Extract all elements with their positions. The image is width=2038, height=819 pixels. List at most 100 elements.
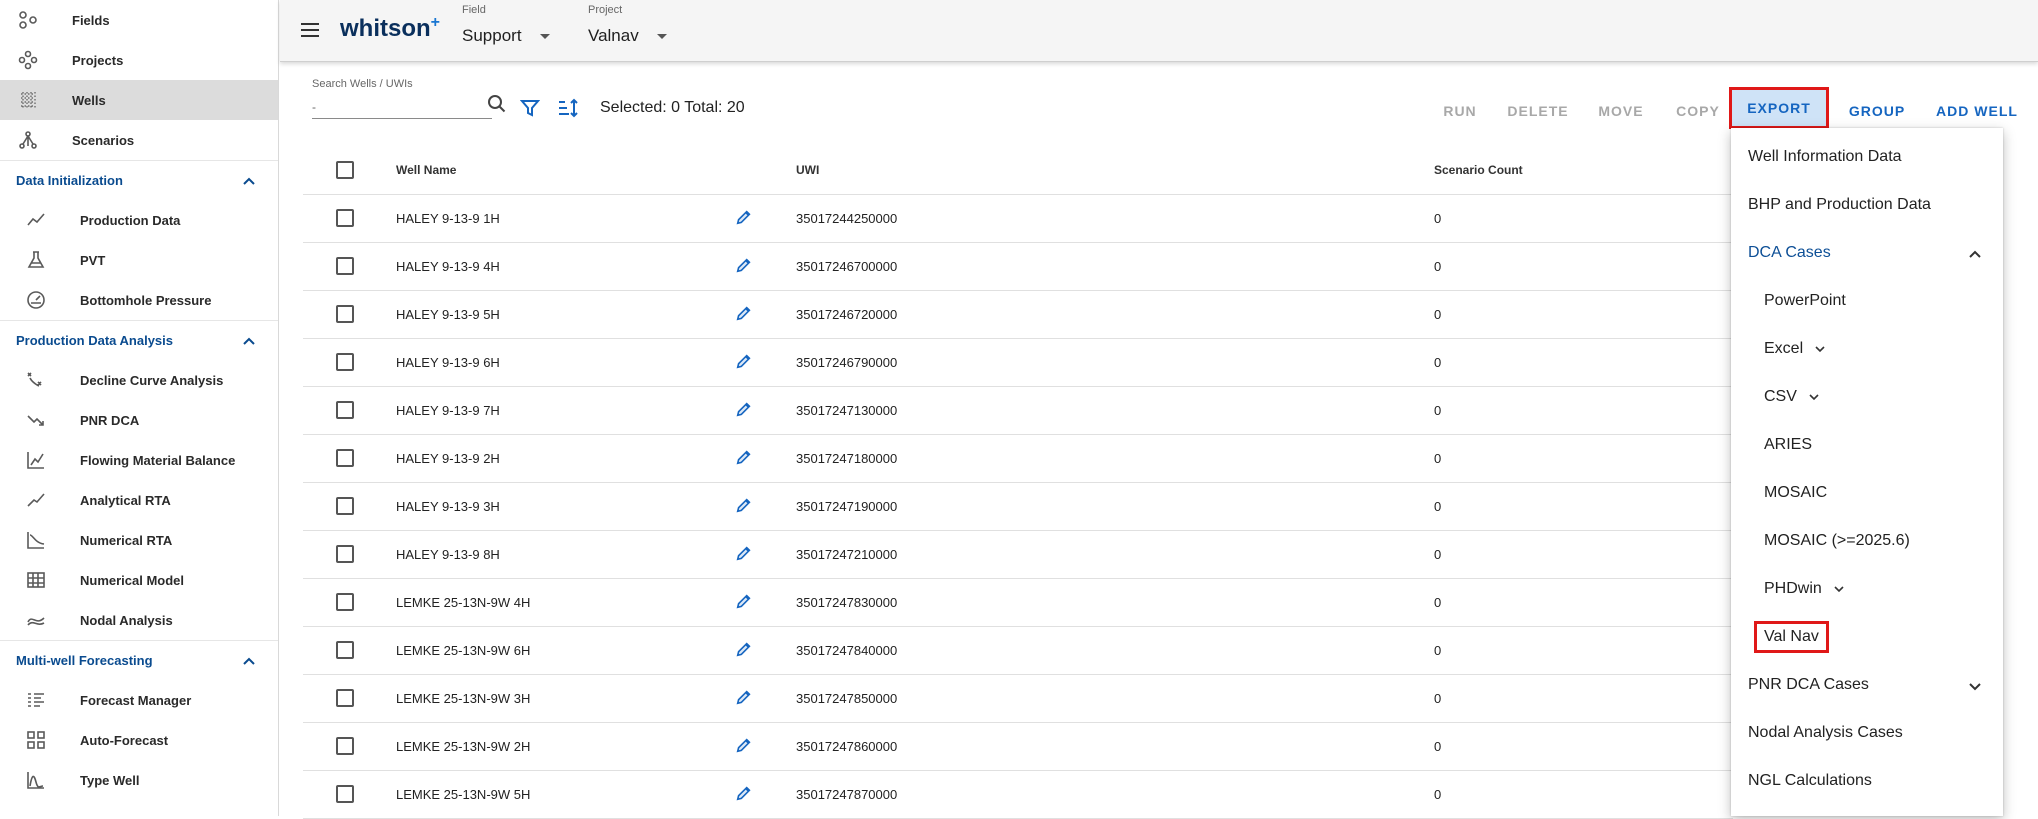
header-scenario-count[interactable]: Scenario Count: [1434, 163, 1523, 177]
select-all-checkbox[interactable]: [336, 161, 354, 179]
menu-item-bhp-production-data[interactable]: BHP and Production Data: [1731, 185, 2003, 225]
edit-pencil-icon[interactable]: [735, 208, 753, 229]
fmb-chart-icon: [24, 448, 48, 472]
edit-pencil-icon[interactable]: [735, 352, 753, 373]
well-name-cell: HALEY 9-13-9 6H: [396, 355, 500, 370]
section-data-initialization[interactable]: Data Initialization: [0, 160, 278, 200]
row-checkbox[interactable]: [336, 497, 354, 515]
sidebar-item-bottomhole-pressure[interactable]: Bottomhole Pressure: [0, 280, 278, 320]
field-select[interactable]: Field Support: [462, 4, 550, 46]
sidebar-item-label: PVT: [80, 252, 106, 268]
menu-item-mosaic-2025[interactable]: MOSAIC (>=2025.6): [1731, 521, 2003, 561]
delete-button[interactable]: DELETE: [1501, 93, 1575, 129]
sidebar-item-forecast-manager[interactable]: Forecast Manager: [0, 680, 278, 720]
section-production-data-analysis[interactable]: Production Data Analysis: [0, 320, 278, 360]
edit-pencil-icon[interactable]: [735, 304, 753, 325]
menu-item-ngl-calculations[interactable]: NGL Calculations: [1731, 761, 2003, 801]
edit-pencil-icon[interactable]: [735, 496, 753, 517]
table-row[interactable]: HALEY 9-13-9 6H 35017246790000 0: [303, 339, 1733, 387]
row-checkbox[interactable]: [336, 689, 354, 707]
row-checkbox[interactable]: [336, 545, 354, 563]
table-row[interactable]: HALEY 9-13-9 7H 35017247130000 0: [303, 387, 1733, 435]
move-button[interactable]: MOVE: [1590, 93, 1652, 129]
add-well-button[interactable]: ADD WELL: [1926, 93, 2028, 129]
project-select[interactable]: Project Valnav: [588, 4, 667, 46]
sidebar-item-fields[interactable]: Fields: [0, 0, 278, 40]
edit-pencil-icon[interactable]: [735, 784, 753, 805]
sidebar-item-numerical-rta[interactable]: Numerical RTA: [0, 520, 278, 560]
sort-icon[interactable]: [557, 98, 579, 118]
edit-pencil-icon[interactable]: [735, 688, 753, 709]
sidebar-item-analytical-rta[interactable]: Analytical RTA: [0, 480, 278, 520]
row-checkbox[interactable]: [336, 641, 354, 659]
sidebar-item-decline-curve-analysis[interactable]: Decline Curve Analysis: [0, 360, 278, 400]
sidebar-item-auto-forecast[interactable]: Auto-Forecast: [0, 720, 278, 760]
row-checkbox[interactable]: [336, 737, 354, 755]
table-row[interactable]: LEMKE 25-13N-9W 5H 35017247870000 0: [303, 771, 1733, 819]
sidebar-item-scenarios[interactable]: Scenarios: [0, 120, 278, 160]
edit-pencil-icon[interactable]: [735, 256, 753, 277]
row-checkbox[interactable]: [336, 401, 354, 419]
edit-pencil-icon[interactable]: [735, 400, 753, 421]
scenario-count-cell: 0: [1434, 355, 1442, 370]
sidebar-item-pvt[interactable]: PVT: [0, 240, 278, 280]
table-row[interactable]: HALEY 9-13-9 3H 35017247190000 0: [303, 483, 1733, 531]
search-input[interactable]: [312, 95, 492, 119]
group-button[interactable]: GROUP: [1838, 93, 1916, 129]
sidebar-item-projects[interactable]: Projects: [0, 40, 278, 80]
sidebar-item-wells[interactable]: Wells: [0, 80, 278, 120]
menu-item-nodal-analysis-cases[interactable]: Nodal Analysis Cases: [1731, 713, 2003, 753]
sidebar-item-label: Auto-Forecast: [80, 732, 169, 748]
export-button[interactable]: EXPORT: [1729, 87, 1829, 129]
row-checkbox[interactable]: [336, 353, 354, 371]
sidebar-item-type-well[interactable]: Type Well: [0, 760, 278, 800]
sidebar-item-flowing-material-balance[interactable]: Flowing Material Balance: [0, 440, 278, 480]
menu-item-dca-cases[interactable]: DCA Cases: [1731, 233, 2003, 273]
sidebar-item-numerical-model[interactable]: Numerical Model: [0, 560, 278, 600]
sidebar-item-label: Numerical RTA: [80, 532, 173, 548]
menu-item-aries[interactable]: ARIES: [1731, 425, 2003, 465]
menu-item-excel[interactable]: Excel: [1731, 329, 2003, 369]
sidebar-item-pnr-dca[interactable]: PNR DCA: [0, 400, 278, 440]
menu-item-csv[interactable]: CSV: [1731, 377, 2003, 417]
sidebar-item-production-data[interactable]: Production Data: [0, 200, 278, 240]
menu-item-well-information-data[interactable]: Well Information Data: [1731, 137, 2003, 177]
menu-item-val-nav[interactable]: Val Nav: [1731, 617, 2003, 657]
brand-name: whitson: [340, 15, 431, 42]
edit-pencil-icon[interactable]: [735, 640, 753, 661]
search-icon[interactable]: [487, 94, 507, 114]
header-well-name[interactable]: Well Name: [396, 163, 456, 177]
menu-item-mosaic[interactable]: MOSAIC: [1731, 473, 2003, 513]
section-multi-well-forecasting[interactable]: Multi-well Forecasting: [0, 640, 278, 680]
sidebar-item-nodal-analysis[interactable]: Nodal Analysis: [0, 600, 278, 640]
table-row[interactable]: HALEY 9-13-9 1H 35017244250000 0: [303, 195, 1733, 243]
header-uwi[interactable]: UWI: [796, 163, 819, 177]
row-checkbox[interactable]: [336, 305, 354, 323]
menu-item-pnr-dca-cases[interactable]: PNR DCA Cases: [1731, 665, 2003, 705]
table-row[interactable]: HALEY 9-13-9 8H 35017247210000 0: [303, 531, 1733, 579]
menu-icon[interactable]: [298, 18, 322, 42]
table-row[interactable]: HALEY 9-13-9 4H 35017246700000 0: [303, 243, 1733, 291]
menu-item-powerpoint[interactable]: PowerPoint: [1731, 281, 2003, 321]
sidebar-item-label: Decline Curve Analysis: [80, 372, 224, 388]
table-row[interactable]: HALEY 9-13-9 2H 35017247180000 0: [303, 435, 1733, 483]
row-checkbox[interactable]: [336, 593, 354, 611]
edit-pencil-icon[interactable]: [735, 544, 753, 565]
row-checkbox[interactable]: [336, 449, 354, 467]
row-checkbox[interactable]: [336, 209, 354, 227]
brand-logo[interactable]: whitson+: [340, 14, 440, 43]
table-row[interactable]: HALEY 9-13-9 5H 35017246720000 0: [303, 291, 1733, 339]
row-checkbox[interactable]: [336, 785, 354, 803]
table-row[interactable]: LEMKE 25-13N-9W 2H 35017247860000 0: [303, 723, 1733, 771]
row-checkbox[interactable]: [336, 257, 354, 275]
edit-pencil-icon[interactable]: [735, 736, 753, 757]
menu-item-phdwin[interactable]: PHDwin: [1731, 569, 2003, 609]
table-row[interactable]: LEMKE 25-13N-9W 6H 35017247840000 0: [303, 627, 1733, 675]
copy-button[interactable]: COPY: [1667, 93, 1729, 129]
run-button[interactable]: RUN: [1433, 93, 1487, 129]
edit-pencil-icon[interactable]: [735, 592, 753, 613]
filter-icon[interactable]: [520, 98, 540, 118]
edit-pencil-icon[interactable]: [735, 448, 753, 469]
table-row[interactable]: LEMKE 25-13N-9W 4H 35017247830000 0: [303, 579, 1733, 627]
table-row[interactable]: LEMKE 25-13N-9W 3H 35017247850000 0: [303, 675, 1733, 723]
